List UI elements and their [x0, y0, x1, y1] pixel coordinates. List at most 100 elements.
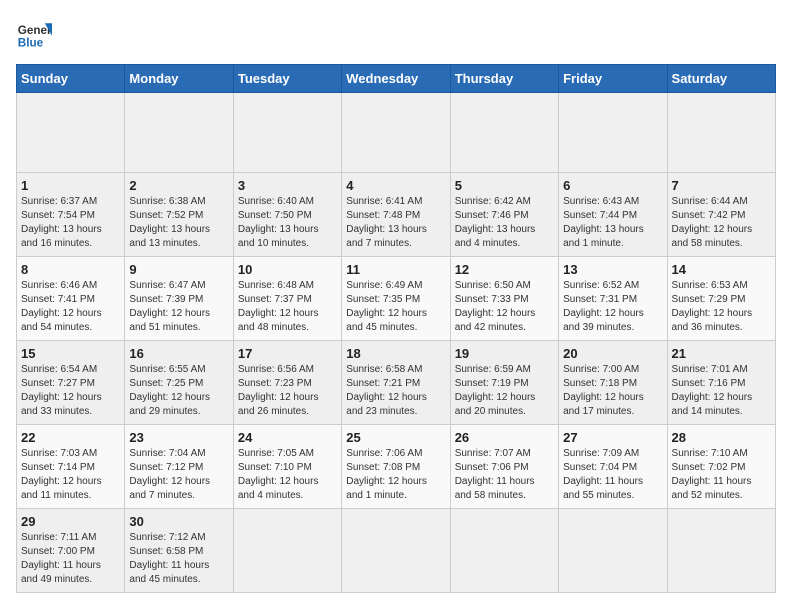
logo: General Blue [16, 16, 56, 52]
calendar-cell: 8 Sunrise: 6:46 AM Sunset: 7:41 PM Daylig… [17, 257, 125, 341]
day-number: 6 [563, 178, 662, 193]
calendar-cell: 2Sunrise: 6:38 AM Sunset: 7:52 PM Daylig… [125, 173, 233, 257]
calendar-cell: 18 Sunrise: 6:58 AM Sunset: 7:21 PM Dayli… [342, 341, 450, 425]
day-info: Sunrise: 7:11 AM Sunset: 7:00 PM Dayligh… [21, 531, 120, 587]
calendar-cell: 15 Sunrise: 6:54 AM Sunset: 7:27 PM Dayli… [17, 341, 125, 425]
day-info: Sunrise: 7:07 AM Sunset: 7:06 PM Dayligh… [455, 447, 554, 503]
day-info: Sunrise: 7:00 AM Sunset: 7:18 PM Dayligh… [563, 363, 662, 419]
day-number: 4 [346, 178, 445, 193]
day-info: Sunrise: 6:42 AM Sunset: 7:46 PM Dayligh… [455, 195, 554, 251]
day-number: 10 [238, 262, 337, 277]
day-info: Sunrise: 6:55 AM Sunset: 7:25 PM Dayligh… [129, 363, 228, 419]
day-number: 18 [346, 346, 445, 361]
calendar-cell [125, 93, 233, 173]
day-number: 20 [563, 346, 662, 361]
day-of-week-header: Wednesday [342, 65, 450, 93]
calendar-cell [233, 509, 341, 593]
day-info: Sunrise: 6:50 AM Sunset: 7:33 PM Dayligh… [455, 279, 554, 335]
day-number: 27 [563, 430, 662, 445]
calendar-body: 1 Sunrise: 6:37 AM Sunset: 7:54 PM Daylig… [17, 93, 776, 593]
day-number: 14 [672, 262, 771, 277]
calendar-row: 22 Sunrise: 7:03 AM Sunset: 7:14 PM Dayli… [17, 425, 776, 509]
day-number: 9 [129, 262, 228, 277]
calendar-cell: 22 Sunrise: 7:03 AM Sunset: 7:14 PM Dayli… [17, 425, 125, 509]
calendar-cell: 19 Sunrise: 6:59 AM Sunset: 7:19 PM Dayli… [450, 341, 558, 425]
calendar-cell [342, 509, 450, 593]
day-info: Sunrise: 6:38 AM Sunset: 7:52 PM Dayligh… [129, 195, 228, 251]
day-info: Sunrise: 7:09 AM Sunset: 7:04 PM Dayligh… [563, 447, 662, 503]
page-header: General Blue [16, 16, 776, 52]
calendar-cell [667, 509, 775, 593]
days-of-week-row: SundayMondayTuesdayWednesdayThursdayFrid… [17, 65, 776, 93]
day-number: 24 [238, 430, 337, 445]
calendar-cell [559, 93, 667, 173]
calendar-cell: 30 Sunrise: 7:12 AM Sunset: 6:58 PM Dayli… [125, 509, 233, 593]
calendar-cell: 13Sunrise: 6:52 AM Sunset: 7:31 PM Dayli… [559, 257, 667, 341]
calendar-cell: 4Sunrise: 6:41 AM Sunset: 7:48 PM Daylig… [342, 173, 450, 257]
calendar-cell: 16 Sunrise: 6:55 AM Sunset: 7:25 PM Dayli… [125, 341, 233, 425]
day-info: Sunrise: 6:37 AM Sunset: 7:54 PM Dayligh… [21, 195, 120, 251]
calendar-cell: 14Sunrise: 6:53 AM Sunset: 7:29 PM Dayli… [667, 257, 775, 341]
day-number: 12 [455, 262, 554, 277]
day-number: 23 [129, 430, 228, 445]
day-info: Sunrise: 6:49 AM Sunset: 7:35 PM Dayligh… [346, 279, 445, 335]
day-number: 16 [129, 346, 228, 361]
calendar-cell: 24Sunrise: 7:05 AM Sunset: 7:10 PM Dayli… [233, 425, 341, 509]
calendar-cell: 10 Sunrise: 6:48 AM Sunset: 7:37 PM Dayli… [233, 257, 341, 341]
calendar-row: 8 Sunrise: 6:46 AM Sunset: 7:41 PM Daylig… [17, 257, 776, 341]
day-info: Sunrise: 6:56 AM Sunset: 7:23 PM Dayligh… [238, 363, 337, 419]
day-info: Sunrise: 7:10 AM Sunset: 7:02 PM Dayligh… [672, 447, 771, 503]
day-of-week-header: Thursday [450, 65, 558, 93]
day-info: Sunrise: 6:54 AM Sunset: 7:27 PM Dayligh… [21, 363, 120, 419]
calendar-cell: 6Sunrise: 6:43 AM Sunset: 7:44 PM Daylig… [559, 173, 667, 257]
day-number: 25 [346, 430, 445, 445]
day-number: 13 [563, 262, 662, 277]
day-number: 15 [21, 346, 120, 361]
day-number: 26 [455, 430, 554, 445]
day-number: 28 [672, 430, 771, 445]
calendar-cell: 29Sunrise: 7:11 AM Sunset: 7:00 PM Dayli… [17, 509, 125, 593]
day-info: Sunrise: 6:58 AM Sunset: 7:21 PM Dayligh… [346, 363, 445, 419]
calendar-cell: 3 Sunrise: 6:40 AM Sunset: 7:50 PM Daylig… [233, 173, 341, 257]
day-number: 3 [238, 178, 337, 193]
day-number: 8 [21, 262, 120, 277]
calendar-cell [17, 93, 125, 173]
day-number: 1 [21, 178, 120, 193]
calendar-cell [450, 93, 558, 173]
calendar-row: 29Sunrise: 7:11 AM Sunset: 7:00 PM Dayli… [17, 509, 776, 593]
calendar-cell [559, 509, 667, 593]
calendar-cell: 26 Sunrise: 7:07 AM Sunset: 7:06 PM Dayli… [450, 425, 558, 509]
calendar-cell: 25Sunrise: 7:06 AM Sunset: 7:08 PM Dayli… [342, 425, 450, 509]
day-info: Sunrise: 7:03 AM Sunset: 7:14 PM Dayligh… [21, 447, 120, 503]
day-number: 5 [455, 178, 554, 193]
day-number: 30 [129, 514, 228, 529]
day-of-week-header: Sunday [17, 65, 125, 93]
day-info: Sunrise: 6:47 AM Sunset: 7:39 PM Dayligh… [129, 279, 228, 335]
day-of-week-header: Monday [125, 65, 233, 93]
calendar-cell: 9 Sunrise: 6:47 AM Sunset: 7:39 PM Daylig… [125, 257, 233, 341]
calendar-cell: 7Sunrise: 6:44 AM Sunset: 7:42 PM Daylig… [667, 173, 775, 257]
svg-text:Blue: Blue [18, 37, 44, 50]
day-number: 21 [672, 346, 771, 361]
calendar-cell: 11 Sunrise: 6:49 AM Sunset: 7:35 PM Dayli… [342, 257, 450, 341]
day-number: 19 [455, 346, 554, 361]
calendar-cell: 21Sunrise: 7:01 AM Sunset: 7:16 PM Dayli… [667, 341, 775, 425]
calendar-cell: 5 Sunrise: 6:42 AM Sunset: 7:46 PM Daylig… [450, 173, 558, 257]
day-number: 22 [21, 430, 120, 445]
calendar-cell: 12 Sunrise: 6:50 AM Sunset: 7:33 PM Dayli… [450, 257, 558, 341]
calendar-cell: 20 Sunrise: 7:00 AM Sunset: 7:18 PM Dayli… [559, 341, 667, 425]
day-info: Sunrise: 7:12 AM Sunset: 6:58 PM Dayligh… [129, 531, 228, 587]
day-of-week-header: Tuesday [233, 65, 341, 93]
day-info: Sunrise: 6:40 AM Sunset: 7:50 PM Dayligh… [238, 195, 337, 251]
day-info: Sunrise: 6:48 AM Sunset: 7:37 PM Dayligh… [238, 279, 337, 335]
calendar-row [17, 93, 776, 173]
calendar-row: 1 Sunrise: 6:37 AM Sunset: 7:54 PM Daylig… [17, 173, 776, 257]
calendar-row: 15 Sunrise: 6:54 AM Sunset: 7:27 PM Dayli… [17, 341, 776, 425]
calendar-cell [450, 509, 558, 593]
day-info: Sunrise: 6:59 AM Sunset: 7:19 PM Dayligh… [455, 363, 554, 419]
day-number: 11 [346, 262, 445, 277]
day-of-week-header: Friday [559, 65, 667, 93]
calendar-table: SundayMondayTuesdayWednesdayThursdayFrid… [16, 64, 776, 593]
calendar-cell: 27 Sunrise: 7:09 AM Sunset: 7:04 PM Dayli… [559, 425, 667, 509]
day-info: Sunrise: 6:46 AM Sunset: 7:41 PM Dayligh… [21, 279, 120, 335]
